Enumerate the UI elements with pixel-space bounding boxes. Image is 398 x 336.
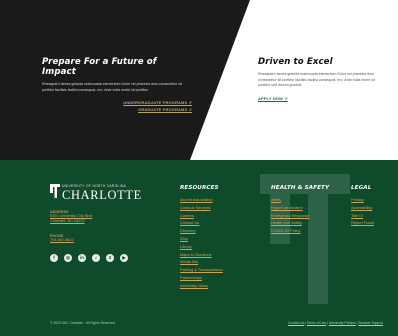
footer-link[interactable]: COVID-19 Policy <box>271 227 329 235</box>
footer-link[interactable]: Maps & Directions <box>180 251 223 259</box>
footer-link[interactable]: Report Fraud <box>351 219 374 227</box>
footer-link[interactable]: Accessibility <box>351 204 374 212</box>
footer-link[interactable]: Parking & Transportation <box>180 266 223 274</box>
footer-link[interactable]: Privacy <box>351 196 374 204</box>
footer-link[interactable]: Title IX <box>351 212 374 220</box>
footer-link[interactable]: Partnerships <box>180 274 223 282</box>
promo-title: Driven to Excel <box>258 57 333 67</box>
footer-link[interactable]: Contact Us <box>180 219 223 227</box>
hero-section: Prepare For a Future of Impact Rhesaparh… <box>0 0 398 160</box>
health-safety-column: HEALTH & SAFETY Alerts Report an inciden… <box>271 185 329 235</box>
apply-now-link[interactable]: APPLY NOW ↗ <box>258 95 383 102</box>
promo-title: Prepare For a Future of Impact <box>42 57 157 77</box>
x-icon[interactable]: X <box>106 254 114 262</box>
footer-link[interactable]: Alumni Association <box>180 196 223 204</box>
promo-body: Rhesaparh fames gravida malesuada elemen… <box>42 82 182 92</box>
footer-link[interactable]: Health and Safety <box>271 219 329 227</box>
browser-support-link[interactable]: Browser Support <box>358 321 383 325</box>
footer-link[interactable]: Media Kits <box>180 258 223 266</box>
footer-link[interactable]: Directory <box>180 227 223 235</box>
social-links: f ◎ in ♪ X ▶ <box>50 254 128 262</box>
copyright-text: © 2023 UNC Charlotte · All Rights Reserv… <box>50 321 115 325</box>
crown-logo-icon <box>50 184 60 198</box>
bottom-links: Contact Us | Terms of Use | University P… <box>287 321 383 325</box>
address-line-2[interactable]: Charlotte, NC 28223 <box>50 219 92 224</box>
phone-block: PHONE 704-687-8622 <box>50 234 74 243</box>
graduate-programs-link[interactable]: GRADUATE PROGRAMS ↗ <box>42 106 192 113</box>
instagram-icon[interactable]: ◎ <box>64 254 72 262</box>
undergraduate-programs-link[interactable]: UNDERGRADUATE PROGRAMS ↗ <box>42 99 192 106</box>
facebook-icon[interactable]: f <box>50 254 58 262</box>
legal-heading: LEGAL <box>351 185 372 191</box>
tiktok-icon[interactable]: ♪ <box>92 254 100 262</box>
promo-driven-to-excel: Driven to Excel Rhesaparh fames gravida … <box>258 57 383 102</box>
footer-link[interactable]: Report an incident <box>271 204 329 212</box>
site-footer: UNIVERSITY OF NORTH CAROLINA CHARLOTTE A… <box>0 160 398 336</box>
footer-bottom-bar: © 2023 UNC Charlotte · All Rights Reserv… <box>0 307 398 336</box>
resources-heading: RESOURCES <box>180 185 219 191</box>
footer-link[interactable]: University News <box>180 282 223 290</box>
footer-link[interactable]: Careers <box>180 212 223 220</box>
legal-column: LEGAL Privacy Accessibility Title IX Rep… <box>351 185 374 227</box>
phone-number-link[interactable]: 704-687-8622 <box>50 238 74 243</box>
health-safety-heading: HEALTH & SAFETY <box>271 185 330 191</box>
promo-body: Rhesaparh fames gravida malesuada elemen… <box>258 72 375 88</box>
university-policies-link[interactable]: University Policies <box>329 321 356 325</box>
contact-us-link[interactable]: Contact Us <box>288 321 304 325</box>
resources-column: RESOURCES Alumni Association Campus Serv… <box>180 185 223 290</box>
footer-link[interactable]: Library <box>180 243 223 251</box>
footer-link[interactable]: Give <box>180 235 223 243</box>
terms-of-use-link[interactable]: Terms of Use <box>307 321 326 325</box>
footer-link[interactable]: Campus Services <box>180 204 223 212</box>
footer-link[interactable]: Emergency Response <box>271 212 329 220</box>
address-block: ADDRESS 9201 University City Blvd Charlo… <box>50 210 92 224</box>
logo-wordmark: CHARLOTTE <box>62 188 142 202</box>
linkedin-icon[interactable]: in <box>78 254 86 262</box>
promo-future-of-impact: Prepare For a Future of Impact Rhesaparh… <box>42 57 192 113</box>
youtube-icon[interactable]: ▶ <box>120 254 128 262</box>
footer-link[interactable]: Alerts <box>271 196 329 204</box>
